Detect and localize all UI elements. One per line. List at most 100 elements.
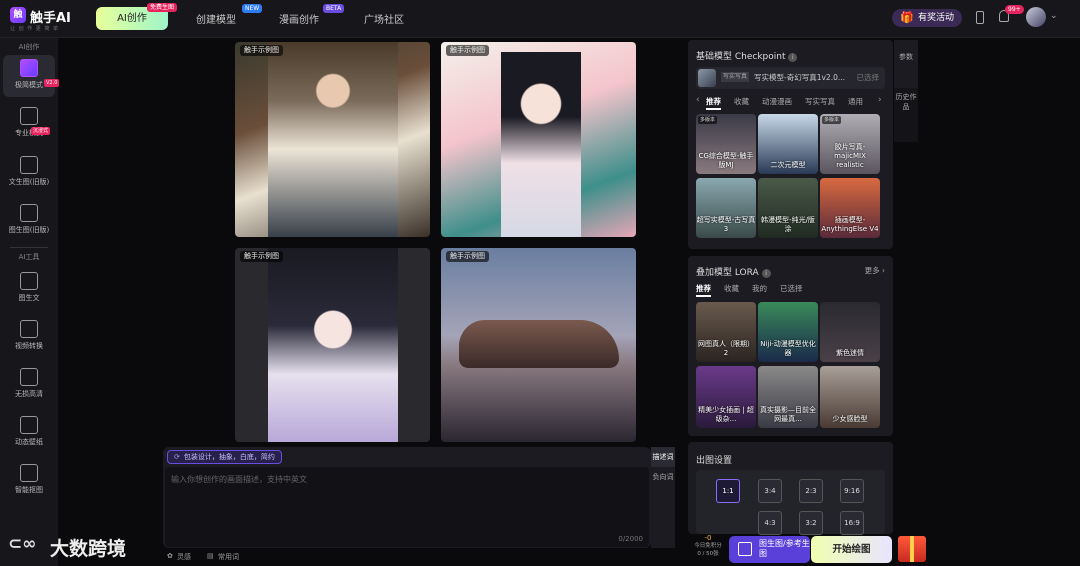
nav-comic[interactable]: 漫画创作 <box>279 11 319 26</box>
example-image-3[interactable]: 触手示例图 <box>235 248 430 442</box>
lora-card[interactable]: 精美少女插画 | 超级杂... <box>696 366 756 428</box>
model-card[interactable]: 韩漫模型-纯光/版涂 <box>758 178 818 238</box>
model-card[interactable]: 超写实模型-古写真3 <box>696 178 756 238</box>
prompt-input[interactable]: 输入你想创作的画面描述，支持中英文 0/2000 <box>165 467 649 547</box>
tab-mine[interactable]: 我的 <box>752 284 767 293</box>
lora-card[interactable]: Niji-动漫模型优化器 <box>758 302 818 362</box>
lora-title: 叠加模型 LORA i <box>696 265 771 278</box>
sidebar-tool-img2text[interactable]: 图生文 <box>3 272 55 303</box>
model-status: 已选择 <box>856 73 880 82</box>
portrait-woman-flowers <box>268 42 398 237</box>
image-text-icon <box>20 272 38 290</box>
lora-card[interactable]: 网图真人（限期）2 <box>696 302 756 362</box>
sidebar-item-label: 智能抠图 <box>15 486 43 494</box>
prompt-panel: ⟳ 包装设计，抽象，白底，简约 输入你想创作的画面描述，支持中英文 0/2000 <box>163 447 651 548</box>
ref-button-label: 图生图/参考生图 <box>759 539 810 558</box>
tab-negative[interactable]: 负向词 <box>651 467 675 487</box>
tab-anime[interactable]: 动漫漫画 <box>762 97 792 106</box>
wallpaper-icon <box>20 416 38 434</box>
model-card[interactable]: 二次元模型 <box>758 114 818 174</box>
example-image-2[interactable]: 触手示例图 <box>441 42 636 237</box>
ratio-4-3[interactable]: 4:3 <box>758 511 782 535</box>
gift-icon: 🎁 <box>900 11 914 24</box>
nav-create-model[interactable]: 创建模型 <box>196 11 236 26</box>
lora-tabs: 推荐 收藏 我的 已选择 <box>696 283 816 297</box>
watermark-logo-icon: ⊂∞ <box>8 534 37 554</box>
ratio-1-1[interactable]: 1:1 <box>716 479 740 503</box>
sidebar-item-label: 极简模式 <box>15 81 43 89</box>
model-card[interactable]: 插画模型-AnythingElse V4 <box>820 178 880 238</box>
tab-general[interactable]: 通用 <box>848 97 863 106</box>
phone-icon[interactable] <box>976 11 984 24</box>
tab-realistic[interactable]: 写实写真 <box>805 97 835 106</box>
ratio-2-3[interactable]: 2:3 <box>799 479 823 503</box>
sidebar-item-txt2img[interactable]: 文生图(旧版) <box>3 156 55 187</box>
example-image-1[interactable]: 触手示例图 <box>235 42 430 237</box>
tab-favorite[interactable]: 收藏 <box>724 284 739 293</box>
sidebar-tool-wallpaper[interactable]: 动态壁纸 <box>3 416 55 447</box>
tab-favorite[interactable]: 收藏 <box>734 97 749 106</box>
chevron-right-icon[interactable]: › <box>878 95 882 105</box>
top-bar: 触 触手AI 让 创 作 更 简 单 AI创作 免费生图 创建模型 NEW 漫画… <box>0 0 1080 38</box>
sidebar-tool-cutout[interactable]: 智能抠图 <box>3 464 55 495</box>
event-button[interactable]: 🎁 有奖活动 <box>892 9 962 27</box>
generate-button[interactable]: 开始绘图 <box>811 536 892 563</box>
tab-recommend[interactable]: 推荐 <box>706 97 721 110</box>
sidebar-item-img2img[interactable]: 图生图(旧版) <box>3 204 55 235</box>
refresh-icon[interactable]: ⟳ <box>174 453 180 461</box>
info-icon[interactable]: i <box>788 53 798 62</box>
tab-selected[interactable]: 已选择 <box>780 284 803 293</box>
gift-box-icon[interactable] <box>898 536 926 562</box>
sidebar-head-create: AI创作 <box>18 43 40 51</box>
tab-params[interactable]: 参数 <box>894 40 918 88</box>
card-label: 韩漫模型-纯光/版涂 <box>761 216 815 233</box>
chevron-down-icon[interactable]: ⌄ <box>1050 11 1058 21</box>
ratio-3-2[interactable]: 3:2 <box>799 511 823 535</box>
ratio-3-4[interactable]: 3:4 <box>758 479 782 503</box>
lora-title-text: 叠加模型 LORA <box>696 268 759 278</box>
common-words-button[interactable]: 常用词 <box>218 552 239 562</box>
sidebar-tool-video[interactable]: 视频转换 <box>3 320 55 351</box>
reference-generate-button[interactable]: 图生图/参考生图 <box>729 536 810 563</box>
tab-describe[interactable]: 描述词 <box>651 447 675 467</box>
lora-card[interactable]: 紫色迷情 <box>820 302 880 362</box>
info-icon[interactable]: i <box>761 269 771 278</box>
ratio-16-9[interactable]: 16:9 <box>840 511 864 535</box>
lora-more-link[interactable]: 更多 › <box>865 265 885 276</box>
checkpoint-title: 基础模型 Checkpoint i <box>696 49 798 62</box>
ratio-9-16[interactable]: 9:16 <box>840 479 864 503</box>
gift-ribbon <box>910 536 914 562</box>
sidebar-item-label: 图生图(旧版) <box>8 226 50 234</box>
inspire-button[interactable]: 灵感 <box>177 552 191 562</box>
logo-icon: 触 <box>10 7 26 23</box>
example-tag: 触手示例图 <box>446 45 489 56</box>
model-card[interactable]: 多版本 胶片写真-majicMIX realistic <box>820 114 880 174</box>
model-thumb <box>698 69 716 87</box>
sidebar-head-tools: AI工具 <box>18 253 40 261</box>
nav-label: AI创作 <box>117 13 147 24</box>
example-tag: 触手示例图 <box>446 251 489 262</box>
model-card[interactable]: 多版本 CG综合模型-触手版MJ <box>696 114 756 174</box>
beta-badge: BETA <box>323 4 345 13</box>
credits-label: 今日免积分 <box>694 543 722 549</box>
chevron-left-icon[interactable]: ‹ <box>696 95 700 105</box>
selected-model[interactable]: 写实写真 写实模型-奇幻写真1v2.0... 已选择 <box>696 67 885 89</box>
card-label: 二次元模型 <box>770 161 806 169</box>
tab-history[interactable]: 历史作品 <box>894 88 918 142</box>
immersive-badge: 沉浸式 <box>31 127 51 135</box>
event-label: 有奖活动 <box>917 13 954 23</box>
prompt-suggestion-chip[interactable]: ⟳ 包装设计，抽象，白底，简约 <box>167 450 282 464</box>
lora-card[interactable]: 真实摄影—目前全网最真... <box>758 366 818 428</box>
card-label: 网图真人（限期）2 <box>698 340 754 357</box>
card-label: 精美少女插画 | 超级杂... <box>698 406 754 423</box>
tab-recommend[interactable]: 推荐 <box>696 284 711 297</box>
lora-card[interactable]: 少女感脸型 <box>820 366 880 428</box>
credits-count: 0 / 50张 <box>697 551 719 557</box>
example-image-4[interactable]: 触手示例图 <box>441 248 636 442</box>
prompt-bottom-bar: ✿ 灵感 ▤ 常用词 <box>163 548 651 566</box>
nav-community[interactable]: 广场社区 <box>364 11 404 26</box>
output-panel: 出图设置 1:1 3:4 2:3 9:16 4:3 3:2 16:9 <box>688 442 893 535</box>
sidebar-item-simple[interactable]: 极简模式 <box>3 55 55 97</box>
avatar[interactable] <box>1026 7 1046 27</box>
sidebar-tool-upscale[interactable]: 无损高清 <box>3 368 55 399</box>
